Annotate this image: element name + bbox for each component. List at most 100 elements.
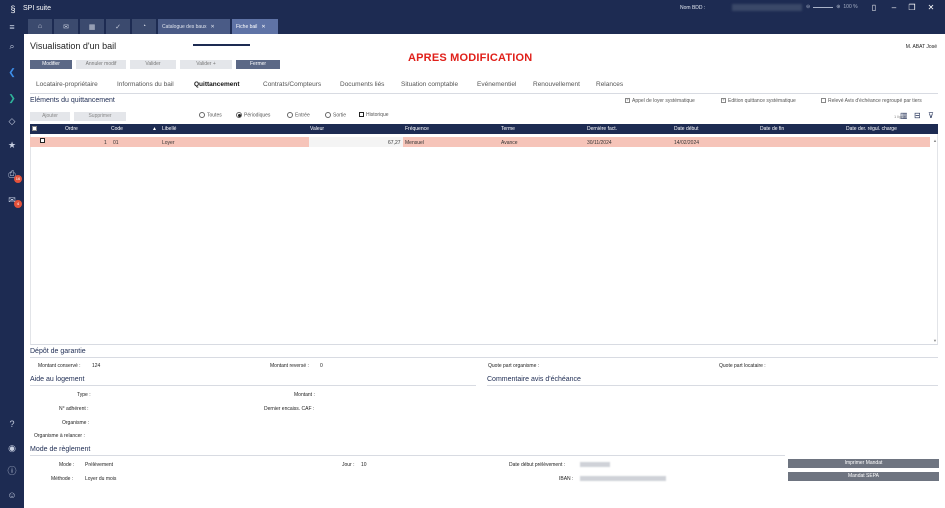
filter-sortie[interactable]: Sortie: [325, 112, 346, 118]
valider-button[interactable]: Valider: [130, 60, 176, 69]
edition-quittance-option[interactable]: Edition quittance systématique: [721, 97, 796, 104]
montant-reverse-label: Montant reversé :: [270, 363, 309, 369]
col-date-regul[interactable]: Date der. régul. charge: [846, 126, 897, 132]
date-debut-prelevement-label: Date début prélèvement :: [509, 462, 566, 468]
mode-value: Prélèvement: [85, 462, 114, 468]
home-icon[interactable]: ⌂: [28, 19, 52, 34]
releve-avis-option[interactable]: Relevé Avis d'échéance regroupé par tier…: [821, 98, 922, 104]
sort-asc-icon[interactable]: ▲: [152, 126, 157, 132]
check-icon[interactable]: ✓: [106, 19, 130, 34]
edition-quittance-checkbox[interactable]: [721, 97, 726, 104]
methode-label: Méthode :: [51, 476, 74, 482]
user-icon[interactable]: ☺: [0, 488, 24, 502]
col-frequence[interactable]: Fréquence: [405, 126, 429, 132]
search-icon[interactable]: ⌕: [0, 39, 24, 53]
aide-montant-label: Montant :: [294, 392, 315, 398]
filter-icon[interactable]: ⊽: [928, 111, 934, 120]
tab-evenementiel[interactable]: Evénementiel: [477, 81, 516, 88]
releve-avis-checkbox[interactable]: [821, 98, 826, 104]
cell-frequence: Mensuel: [405, 139, 424, 146]
cell-derniere-fact: 30/11/2024: [587, 139, 612, 146]
col-terme[interactable]: Terme: [501, 126, 515, 132]
cell-code: 01: [113, 139, 119, 146]
forward-arrow-icon[interactable]: ❯: [0, 91, 24, 105]
tab-locataire-proprietaire[interactable]: Locataire-propriétaire: [36, 81, 98, 88]
col-ordre[interactable]: Ordre: [65, 126, 78, 132]
appel-loyer-checkbox[interactable]: [625, 97, 630, 104]
filter-periodiques[interactable]: Périodiques: [236, 112, 270, 118]
table-row[interactable]: 1 01 Loyer 67,27 Mensuel Avance 30/11/20…: [30, 137, 930, 147]
col-date-fin[interactable]: Date de fin: [760, 126, 784, 132]
historique-option[interactable]: Historique: [359, 112, 389, 118]
menu-icon[interactable]: ≡: [0, 20, 24, 34]
radio-entree[interactable]: [287, 112, 293, 118]
radio-toutes[interactable]: [199, 112, 205, 118]
col-derniere-fact[interactable]: Dernière fact.: [587, 126, 617, 132]
annuler-modif-button[interactable]: Annuler modif: [76, 60, 126, 69]
bell-icon[interactable]: ◔: [132, 19, 156, 34]
col-date-debut[interactable]: Date début: [674, 126, 698, 132]
zoom-in-icon[interactable]: ⊕: [836, 4, 840, 10]
valider-plus-button[interactable]: Valider +: [180, 60, 232, 69]
close-window-icon[interactable]: ✕: [925, 3, 937, 12]
minimize-icon[interactable]: –: [888, 3, 900, 12]
col-libelle[interactable]: Libellé: [162, 126, 176, 132]
tab-informations-bail[interactable]: Informations du bail: [117, 81, 174, 88]
bulb-icon[interactable]: ◉: [0, 441, 24, 455]
back-arrow-icon[interactable]: ❮: [0, 65, 24, 79]
code-icon[interactable]: ◇: [0, 114, 24, 128]
col-code[interactable]: Code: [111, 126, 123, 132]
info-icon[interactable]: ⓘ: [0, 464, 24, 478]
title-bar: § SPI suite Nom BDD : ⊖ ⊕ 100 % ▯ – ❐ ✕: [0, 0, 945, 17]
qp-organisme-label: Quote part organisme :: [488, 363, 540, 369]
col-valeur[interactable]: Valeur: [310, 126, 324, 132]
grid-header: Ordre Code ▲ Libellé Valeur Fréquence Te…: [30, 124, 938, 134]
modifier-button[interactable]: Modifier: [30, 60, 72, 69]
tab-renouvellement[interactable]: Renouvellement: [533, 81, 580, 88]
tab-documents-lies[interactable]: Documents liés: [340, 81, 384, 88]
reglement-divider: [30, 455, 785, 456]
filter-toutes[interactable]: Toutes: [199, 112, 222, 118]
document-icon[interactable]: ▯: [868, 3, 880, 12]
filter-entree[interactable]: Entrée: [287, 112, 310, 118]
tab-quittancement[interactable]: Quittancement: [194, 81, 240, 88]
tab-situation-comptable[interactable]: Situation comptable: [401, 81, 458, 88]
scroll-down-icon[interactable]: ▼: [933, 338, 937, 343]
depot-divider: [30, 357, 938, 358]
appel-loyer-option[interactable]: Appel de loyer systématique: [625, 97, 695, 104]
close-tab-icon[interactable]: ✕: [261, 24, 265, 30]
supprimer-button[interactable]: Supprimer: [74, 112, 126, 121]
star-icon[interactable]: ★: [0, 138, 24, 152]
scroll-up-icon[interactable]: ▲: [933, 138, 937, 143]
close-tab-icon[interactable]: ✕: [210, 24, 214, 30]
radio-sortie[interactable]: [325, 112, 331, 118]
tab-catalogue-baux[interactable]: Catalogue des baux ✕: [158, 19, 230, 34]
select-all-checkbox[interactable]: [32, 126, 39, 132]
export-icon[interactable]: ⊟: [914, 111, 921, 120]
mandat-sepa-button[interactable]: Mandat SEPA: [788, 472, 939, 481]
columns-icon[interactable]: ▥: [900, 111, 908, 120]
zoom-control[interactable]: ⊖ ⊕ 100 %: [806, 4, 858, 10]
jour-label: Jour :: [342, 462, 355, 468]
help-icon[interactable]: ?: [0, 417, 24, 431]
cell-libelle: Loyer: [162, 139, 175, 146]
calendar-icon[interactable]: ▦: [80, 19, 104, 34]
tab-fiche-bail[interactable]: Fiche bail ✕: [232, 19, 278, 34]
fermer-button[interactable]: Fermer: [236, 60, 280, 69]
main-panel: Visualisation d'un bail M. ABAT José APR…: [24, 34, 945, 508]
tab-contrats-compteurs[interactable]: Contrats/Compteurs: [263, 81, 321, 88]
zoom-out-icon[interactable]: ⊖: [806, 4, 810, 10]
historique-checkbox[interactable]: [359, 112, 364, 118]
depot-section-title: Dépôt de garantie: [30, 348, 86, 355]
mail-icon[interactable]: ✉: [54, 19, 78, 34]
zoom-slider[interactable]: [813, 6, 834, 8]
app-logo-icon: §: [10, 3, 16, 14]
radio-periodiques[interactable]: [236, 112, 242, 118]
ajouter-button[interactable]: Ajouter: [30, 112, 70, 121]
imprimer-mandat-button[interactable]: Imprimer Mandat: [788, 459, 939, 468]
row-checkbox[interactable]: [40, 138, 47, 144]
aide-divider: [30, 385, 476, 386]
tab-relances[interactable]: Relances: [596, 81, 623, 88]
restore-icon[interactable]: ❐: [906, 3, 918, 12]
bdd-value-redacted: [732, 4, 802, 11]
